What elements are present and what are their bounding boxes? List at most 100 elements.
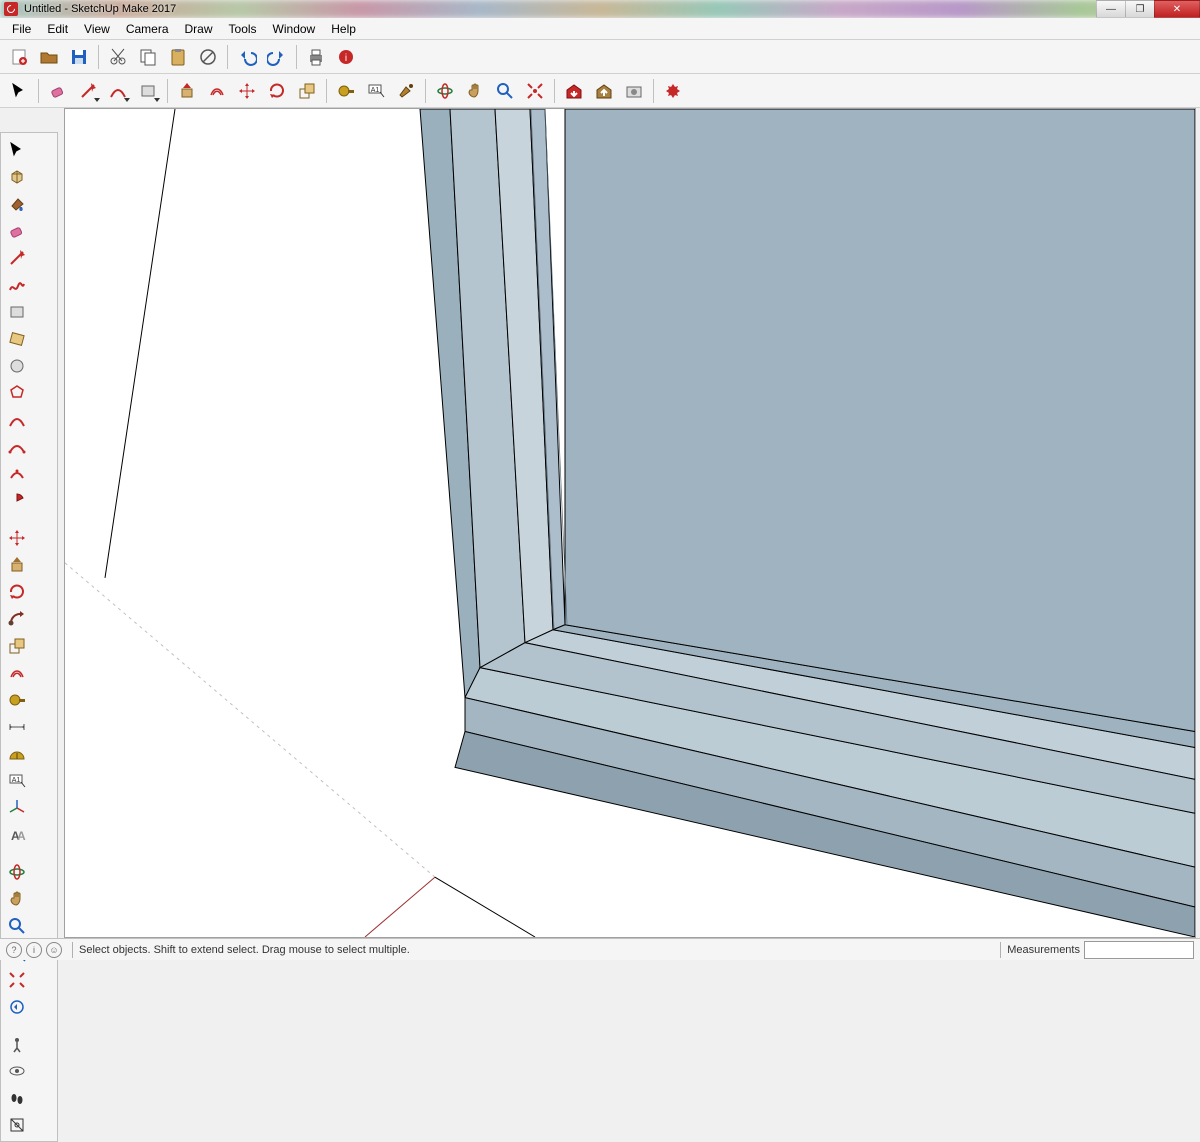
- tape-tool[interactable]: [4, 687, 29, 712]
- arc-tool[interactable]: [104, 77, 132, 105]
- pan-tool-icon: [7, 889, 27, 909]
- save-model[interactable]: [65, 43, 93, 71]
- eraser-tool[interactable]: [44, 77, 72, 105]
- two-point-arc[interactable]: [4, 434, 29, 459]
- menu-view[interactable]: View: [76, 19, 118, 39]
- make-component[interactable]: [4, 164, 29, 189]
- text-tool-icon: A1: [366, 81, 386, 101]
- cut[interactable]: [104, 43, 132, 71]
- menu-tools[interactable]: Tools: [221, 19, 265, 39]
- pie-tool[interactable]: [4, 488, 29, 513]
- toolbar-separator: [98, 45, 99, 69]
- credits-icon[interactable]: ☺: [46, 942, 62, 958]
- menu-edit[interactable]: Edit: [39, 19, 76, 39]
- zoom-tool[interactable]: [491, 77, 519, 105]
- large-toolset[interactable]: A1 AA: [0, 132, 58, 1142]
- protractor-tool-icon: [7, 744, 27, 764]
- offset-tool[interactable]: [203, 77, 231, 105]
- tape-tool[interactable]: [332, 77, 360, 105]
- warehouse-share[interactable]: [590, 77, 618, 105]
- select-tool[interactable]: [5, 77, 33, 105]
- section-plane-icon: [7, 1115, 27, 1135]
- line-tool[interactable]: [4, 245, 29, 270]
- three-point-arc[interactable]: [4, 461, 29, 486]
- geolocation-icon[interactable]: i: [26, 942, 42, 958]
- eraser-tool[interactable]: [4, 218, 29, 243]
- scale-tool[interactable]: [293, 77, 321, 105]
- undo-icon: [237, 47, 257, 67]
- scale-tool[interactable]: [4, 633, 29, 658]
- followme-tool[interactable]: [4, 606, 29, 631]
- line-tool[interactable]: [74, 77, 102, 105]
- warehouse-get[interactable]: [560, 77, 588, 105]
- followme-tool-icon: [7, 609, 27, 629]
- axes-tool[interactable]: [4, 795, 29, 820]
- copy[interactable]: [134, 43, 162, 71]
- menu-help[interactable]: Help: [323, 19, 364, 39]
- pan-tool[interactable]: [4, 886, 29, 911]
- protractor-tool[interactable]: [4, 741, 29, 766]
- section-plane[interactable]: [4, 1112, 29, 1137]
- offset-tool[interactable]: [4, 660, 29, 685]
- circle-tool[interactable]: [4, 353, 29, 378]
- warehouse-share-icon: [594, 81, 614, 101]
- look-around-icon: [7, 1061, 27, 1081]
- extension-warehouse[interactable]: [620, 77, 648, 105]
- select-tool[interactable]: [4, 137, 29, 162]
- help-icon[interactable]: ?: [6, 942, 22, 958]
- look-around[interactable]: [4, 1058, 29, 1083]
- pushpull-tool[interactable]: [173, 77, 201, 105]
- zoom-extents-tool[interactable]: [521, 77, 549, 105]
- redo[interactable]: [263, 43, 291, 71]
- measurements-input[interactable]: [1084, 941, 1194, 959]
- orbit-tool[interactable]: [431, 77, 459, 105]
- polygon-tool[interactable]: [4, 380, 29, 405]
- model-viewport[interactable]: [64, 108, 1196, 938]
- pan-tool-icon: [465, 81, 485, 101]
- paint-bucket[interactable]: [4, 191, 29, 216]
- freehand-tool[interactable]: [4, 272, 29, 297]
- model-info[interactable]: i: [332, 43, 360, 71]
- minimize-button[interactable]: —: [1096, 0, 1126, 18]
- maximize-button[interactable]: ❐: [1125, 0, 1155, 18]
- text-tool[interactable]: A1: [4, 768, 29, 793]
- undo[interactable]: [233, 43, 261, 71]
- rectangle-tool[interactable]: [4, 299, 29, 324]
- walk-tool[interactable]: [4, 1085, 29, 1110]
- close-button[interactable]: ✕: [1154, 0, 1200, 18]
- 3dtext-tool[interactable]: AA: [4, 822, 29, 847]
- previous-view[interactable]: [4, 994, 29, 1019]
- move-tool[interactable]: [233, 77, 261, 105]
- toolbar-separator: [227, 45, 228, 69]
- text-tool[interactable]: A1: [362, 77, 390, 105]
- menu-file[interactable]: File: [4, 19, 39, 39]
- cut-icon: [108, 47, 128, 67]
- menu-window[interactable]: Window: [265, 19, 324, 39]
- rotated-rect-tool[interactable]: [4, 326, 29, 351]
- paint-tool[interactable]: [392, 77, 420, 105]
- pan-tool[interactable]: [461, 77, 489, 105]
- new-model[interactable]: [5, 43, 33, 71]
- zoom-extents[interactable]: [4, 967, 29, 992]
- pushpull-tool[interactable]: [4, 552, 29, 577]
- shape-tool[interactable]: [134, 77, 162, 105]
- erase[interactable]: [194, 43, 222, 71]
- rotate-tool[interactable]: [263, 77, 291, 105]
- move-tool[interactable]: [4, 525, 29, 550]
- zoom-tool[interactable]: [4, 913, 29, 938]
- extension-manager[interactable]: [659, 77, 687, 105]
- open-model[interactable]: [35, 43, 63, 71]
- orbit-tool[interactable]: [4, 859, 29, 884]
- print[interactable]: [302, 43, 330, 71]
- dimension-tool-icon: [7, 717, 27, 737]
- position-camera[interactable]: [4, 1031, 29, 1056]
- rotate-tool[interactable]: [4, 579, 29, 604]
- arc-tool[interactable]: [4, 407, 29, 432]
- scale-tool-icon: [7, 636, 27, 656]
- offset-tool-icon: [7, 663, 27, 683]
- menu-camera[interactable]: Camera: [118, 19, 177, 39]
- svg-text:A1: A1: [11, 777, 20, 784]
- dimension-tool[interactable]: [4, 714, 29, 739]
- paste[interactable]: [164, 43, 192, 71]
- menu-draw[interactable]: Draw: [177, 19, 221, 39]
